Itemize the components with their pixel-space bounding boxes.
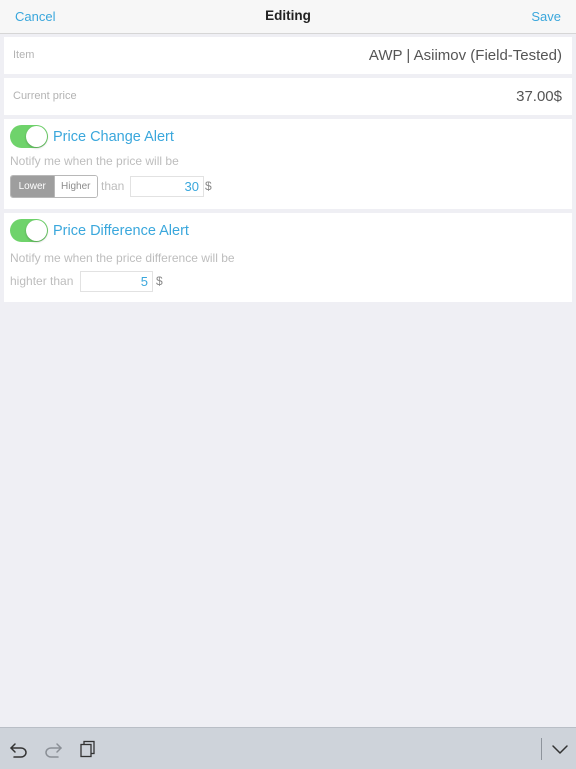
save-button[interactable]: Save — [531, 9, 561, 24]
current-price-row: Current price 37.00$ — [4, 78, 572, 115]
chevron-down-icon[interactable] — [550, 740, 570, 758]
price-change-alert-description: Notify me when the price will be — [10, 154, 179, 168]
price-change-amount-input[interactable] — [130, 176, 204, 197]
lower-higher-segmented-control[interactable]: Lower Higher — [10, 175, 98, 198]
price-difference-amount-input[interactable] — [80, 271, 153, 292]
toggle-knob — [26, 220, 47, 241]
currency-symbol: $ — [205, 179, 212, 193]
segment-higher[interactable]: Higher — [53, 176, 97, 197]
undo-icon[interactable] — [9, 740, 29, 758]
item-label: Item — [13, 49, 35, 61]
keyboard-shortcut-bar — [0, 727, 576, 769]
price-difference-alert-title: Price Difference Alert — [53, 223, 189, 239]
toolbar-divider — [541, 738, 542, 760]
price-change-alert-toggle[interactable] — [10, 125, 48, 148]
segment-lower[interactable]: Lower — [11, 176, 54, 197]
current-price-label: Current price — [13, 90, 77, 102]
currency-symbol: $ — [156, 274, 163, 288]
paste-icon[interactable] — [78, 740, 98, 758]
higher-than-label: highter than — [10, 274, 74, 288]
page-title: Editing — [265, 8, 311, 23]
price-difference-alert-section: Price Difference Alert Notify me when th… — [4, 213, 572, 302]
item-name: AWP | Asiimov (Field-Tested) — [368, 47, 562, 64]
redo-icon[interactable] — [43, 740, 63, 758]
price-change-alert-section: Price Change Alert Notify me when the pr… — [4, 119, 572, 209]
item-row: Item AWP | Asiimov (Field-Tested) — [4, 37, 572, 74]
price-change-alert-title: Price Change Alert — [53, 129, 174, 145]
current-price-value: 37.00$ — [516, 88, 562, 105]
navigation-bar: Cancel Editing Save — [0, 0, 576, 34]
price-difference-alert-description: Notify me when the price difference will… — [10, 251, 235, 265]
toggle-knob — [26, 126, 47, 147]
price-difference-alert-toggle[interactable] — [10, 219, 48, 242]
than-label: than — [101, 179, 125, 193]
